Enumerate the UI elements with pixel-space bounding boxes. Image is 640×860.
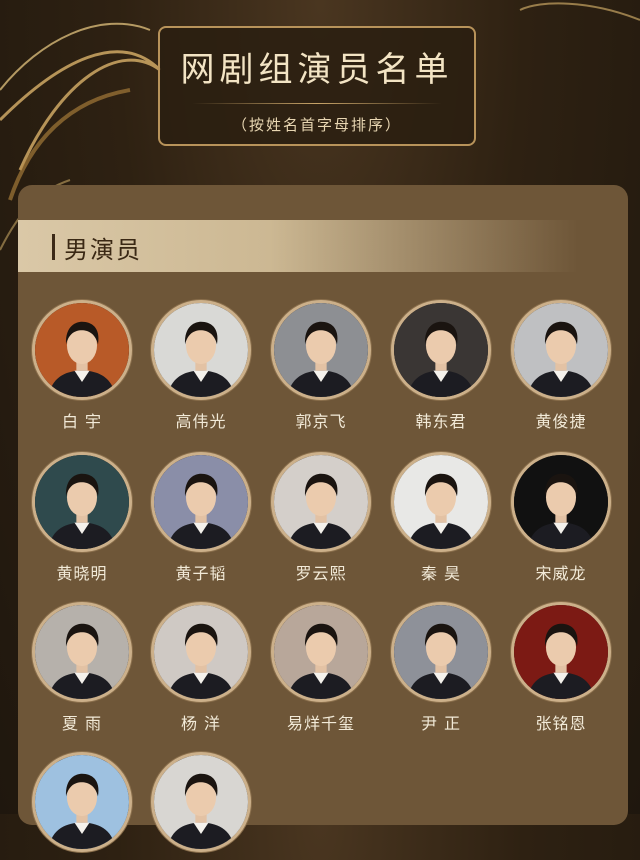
actor-photo bbox=[151, 300, 251, 400]
actor-card[interactable]: 黄晓明 bbox=[27, 452, 137, 584]
section-marker bbox=[52, 234, 55, 260]
actor-card[interactable]: 黄俊捷 bbox=[506, 300, 616, 432]
actor-photo bbox=[391, 602, 491, 702]
section-header: 男演员 bbox=[18, 220, 578, 272]
actor-name: 易烊千玺 bbox=[286, 714, 355, 733]
actor-photo bbox=[391, 300, 491, 400]
actor-card[interactable]: 秦 昊 bbox=[386, 452, 496, 584]
actor-photo bbox=[32, 752, 132, 852]
actor-photo bbox=[32, 300, 132, 400]
actor-photo bbox=[151, 452, 251, 552]
actor-name: 罗云熙 bbox=[295, 564, 347, 583]
actor-name: 高伟光 bbox=[175, 412, 227, 431]
actor-photo bbox=[271, 452, 371, 552]
actor-card[interactable]: 宋威龙 bbox=[506, 452, 616, 584]
actor-photo bbox=[511, 300, 611, 400]
title-frame: 网剧组演员名单 （按姓名首字母排序） bbox=[158, 26, 476, 146]
actor-photo bbox=[391, 452, 491, 552]
actor-card[interactable] bbox=[27, 752, 137, 860]
actor-card[interactable]: 张铭恩 bbox=[506, 602, 616, 734]
actor-card[interactable]: 杨 洋 bbox=[146, 602, 256, 734]
actor-name: 张铭恩 bbox=[535, 714, 587, 733]
actor-card[interactable] bbox=[146, 752, 256, 860]
actor-photo bbox=[32, 452, 132, 552]
actor-name: 杨 洋 bbox=[180, 714, 222, 733]
actor-card[interactable]: 黄子韬 bbox=[146, 452, 256, 584]
actor-card[interactable]: 高伟光 bbox=[146, 300, 256, 432]
title-divider bbox=[192, 103, 442, 104]
actor-name: 韩东君 bbox=[415, 412, 467, 431]
actor-name: 秦 昊 bbox=[420, 564, 462, 583]
page-title: 网剧组演员名单 bbox=[180, 50, 454, 90]
page-subtitle: （按姓名首字母排序） bbox=[231, 116, 402, 134]
actor-photo bbox=[151, 752, 251, 852]
section-title: 男演员 bbox=[64, 236, 142, 264]
actor-card[interactable]: 夏 雨 bbox=[27, 602, 137, 734]
actor-card[interactable]: 尹 正 bbox=[386, 602, 496, 734]
actor-card[interactable]: 郭京飞 bbox=[266, 300, 376, 432]
actor-photo bbox=[511, 602, 611, 702]
actor-card[interactable]: 罗云熙 bbox=[266, 452, 376, 584]
actor-name: 宋威龙 bbox=[535, 564, 587, 583]
actor-name: 黄子韬 bbox=[175, 564, 227, 583]
actor-photo bbox=[32, 602, 132, 702]
actor-name: 黄俊捷 bbox=[535, 412, 587, 431]
actor-name: 尹 正 bbox=[420, 714, 462, 733]
actor-photo bbox=[151, 602, 251, 702]
actor-card[interactable]: 韩东君 bbox=[386, 300, 496, 432]
actor-name: 郭京飞 bbox=[295, 412, 347, 431]
actor-photo bbox=[271, 300, 371, 400]
actor-name: 黄晓明 bbox=[56, 564, 108, 583]
actor-card[interactable]: 白 宇 bbox=[27, 300, 137, 432]
actor-photo bbox=[271, 602, 371, 702]
actor-name: 夏 雨 bbox=[61, 714, 103, 733]
actor-card[interactable]: 易烊千玺 bbox=[266, 602, 376, 734]
actor-photo bbox=[511, 452, 611, 552]
actor-name: 白 宇 bbox=[61, 412, 103, 431]
